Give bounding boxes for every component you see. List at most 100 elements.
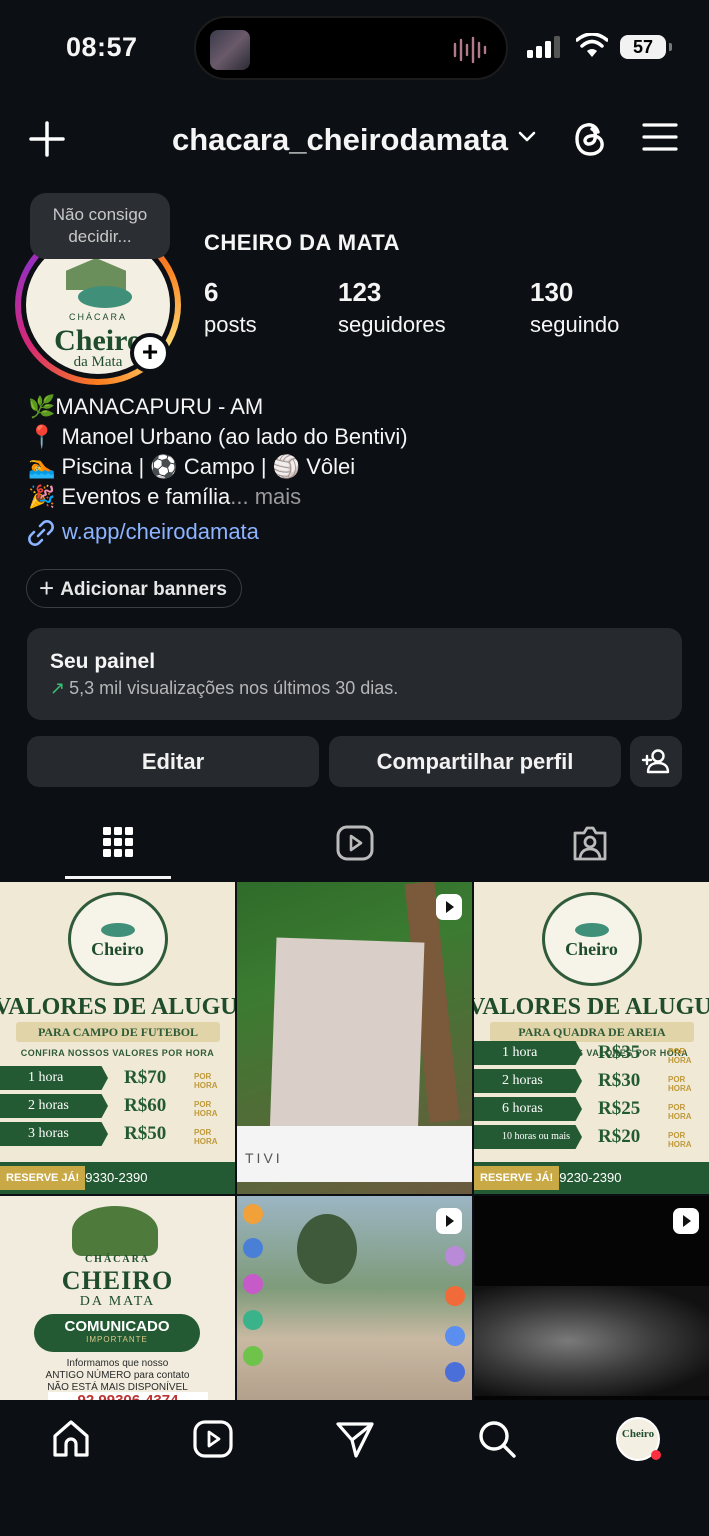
announcement-title: COMUNICADO bbox=[64, 1318, 170, 1335]
stat-followers[interactable]: 123 seguidores bbox=[338, 277, 446, 338]
price-row: 6 horas R$25 POR HORA bbox=[474, 1097, 709, 1121]
tab-reels-icon[interactable] bbox=[336, 824, 374, 862]
night-scene-graphic bbox=[474, 1286, 709, 1396]
price-row: 2 horas R$30 POR HORA bbox=[474, 1069, 709, 1093]
price-row: 1 hora R$35 POR HORA bbox=[474, 1041, 709, 1065]
chevron-down-icon[interactable] bbox=[517, 130, 537, 144]
price-row-unit: POR HORA bbox=[668, 1103, 692, 1121]
post-thumbnail[interactable]: Cheiro VALORES DE ALUGUEL PARA CAMPO DE … bbox=[0, 882, 235, 1194]
reserve-badge: RESERVE JÁ! bbox=[474, 1166, 560, 1190]
bio-more-link[interactable]: ... mais bbox=[230, 484, 301, 509]
announcement-subtitle: IMPORTANTE bbox=[86, 1335, 148, 1344]
audio-waveform-icon bbox=[453, 36, 487, 64]
profile-tabs bbox=[0, 810, 709, 882]
bio-line: 📍 Manoel Urbano (ao lado do Bentivi) bbox=[28, 424, 408, 449]
cellular-signal-icon bbox=[527, 36, 560, 58]
direct-messages-icon[interactable] bbox=[334, 1418, 376, 1460]
avatar-text-top: CHÁCARA bbox=[68, 312, 127, 322]
stat-posts-label: posts bbox=[204, 312, 257, 337]
threads-icon[interactable] bbox=[570, 118, 610, 160]
price-row-time: 3 horas bbox=[0, 1122, 108, 1146]
dashboard-subtitle: 5,3 mil visualizações nos últimos 30 dia… bbox=[69, 678, 399, 698]
trend-up-arrow-icon: ↗ bbox=[50, 678, 66, 698]
plus-icon: + bbox=[39, 573, 55, 603]
star-sticker-icon bbox=[445, 1362, 465, 1382]
notification-dot bbox=[651, 1450, 661, 1460]
logo-pool-graphic bbox=[574, 923, 609, 937]
add-story-plus-icon[interactable]: + bbox=[130, 333, 170, 373]
profile-header: chacara_cheirodamata bbox=[0, 110, 709, 170]
peace-sticker-icon bbox=[445, 1246, 465, 1266]
heart-sticker-icon bbox=[243, 1274, 263, 1294]
discover-people-button[interactable] bbox=[630, 736, 682, 787]
stat-following[interactable]: 130 seguindo bbox=[530, 277, 619, 338]
price-row-unit: POR HORA bbox=[194, 1128, 218, 1146]
price-row-price: R$25 bbox=[598, 1098, 641, 1119]
price-row: 2 horas R$60 POR HORA bbox=[0, 1094, 235, 1118]
reserve-badge: RESERVE JÁ! bbox=[0, 1166, 86, 1190]
professional-dashboard[interactable]: Seu painel ↗ 5,3 mil visualizações nos úl… bbox=[27, 628, 682, 720]
stat-posts[interactable]: 6 posts bbox=[204, 277, 257, 338]
announcement-pill: COMUNICADO IMPORTANTE bbox=[34, 1314, 200, 1352]
palm-tree-graphic bbox=[297, 1214, 357, 1284]
tree-graphic bbox=[72, 1206, 158, 1256]
hamburger-menu-icon[interactable] bbox=[642, 122, 678, 152]
post-thumbnail[interactable]: CHÁCARA CHEIRO DA MATA COMUNICADO IMPORTA… bbox=[0, 1196, 235, 1400]
bio-line: 🌿MANACAPURU - AM bbox=[28, 394, 264, 419]
poster-logo: Cheiro bbox=[541, 892, 642, 986]
reels-icon[interactable] bbox=[192, 1418, 234, 1460]
edit-profile-button[interactable]: Editar bbox=[27, 736, 319, 787]
add-banners-button[interactable]: + Adicionar banners bbox=[26, 569, 243, 608]
bio-line-last: 🎉 Eventos e família... mais bbox=[28, 482, 408, 512]
add-person-icon bbox=[641, 749, 670, 774]
reel-play-icon bbox=[436, 1208, 462, 1234]
price-row-unit: POR HORA bbox=[668, 1131, 692, 1149]
poster-brand: CHEIRO bbox=[61, 1266, 174, 1295]
status-bar: 08:57 57 bbox=[0, 0, 709, 100]
account-username[interactable]: chacara_cheirodamata bbox=[172, 122, 508, 158]
price-row-price: R$35 bbox=[598, 1042, 641, 1063]
bio-line-text: 🎉 Eventos e família bbox=[28, 484, 231, 509]
price-row-time: 1 hora bbox=[474, 1041, 582, 1065]
smiley-sticker-icon bbox=[243, 1310, 263, 1330]
smiley-sticker-icon bbox=[445, 1286, 465, 1306]
note-bubble[interactable]: Não consigo decidir... bbox=[30, 193, 170, 259]
flower-sticker-icon bbox=[243, 1204, 263, 1224]
profile-link[interactable]: w.app/cheirodamata bbox=[26, 518, 259, 548]
share-profile-button[interactable]: Compartilhar perfil bbox=[329, 736, 621, 787]
tab-tagged-icon[interactable] bbox=[571, 824, 609, 862]
price-row-price: R$50 bbox=[124, 1123, 167, 1144]
dashboard-title: Seu painel bbox=[50, 650, 156, 673]
poster-subheadline: PARA QUADRA DE AREIA bbox=[490, 1022, 694, 1042]
display-name: CHEIRO DA MATA bbox=[204, 230, 401, 255]
price-row-price: R$70 bbox=[124, 1067, 167, 1088]
poster-confira: CONFIRA NOSSOS VALORES POR HORA bbox=[20, 1048, 215, 1058]
avatar-house-graphic bbox=[66, 258, 126, 290]
poster-subheadline: PARA CAMPO DE FUTEBOL bbox=[16, 1022, 220, 1042]
active-tab-indicator bbox=[65, 876, 171, 879]
dynamic-island[interactable] bbox=[194, 16, 508, 80]
post-thumbnail[interactable]: TIVI bbox=[237, 882, 472, 1194]
bio[interactable]: 🌿MANACAPURU - AM 📍 Manoel Urbano (ao lad… bbox=[28, 392, 408, 512]
price-row: 10 horas ou mais R$20 POR HORA bbox=[474, 1125, 709, 1149]
post-thumbnail[interactable] bbox=[237, 1196, 472, 1400]
bottom-navigation: Cheiro bbox=[0, 1400, 709, 1536]
post-thumbnail[interactable]: Cheiro VALORES DE ALUGUEL PARA QUADRA DE… bbox=[474, 882, 709, 1194]
profile-link-text: w.app/cheirodamata bbox=[62, 518, 259, 544]
video-caption-strip: TIVI bbox=[237, 1126, 472, 1182]
logo-pool-graphic bbox=[100, 923, 135, 937]
home-icon[interactable] bbox=[50, 1418, 92, 1460]
post-thumbnail[interactable] bbox=[474, 1196, 709, 1400]
poster-headline: VALORES DE ALUGUEL bbox=[474, 994, 709, 1020]
stat-followers-label: seguidores bbox=[338, 312, 446, 337]
poster-brand-sub: DA MATA bbox=[79, 1294, 156, 1309]
poster-logo: Cheiro bbox=[67, 892, 168, 986]
price-row-time: 2 horas bbox=[0, 1094, 108, 1118]
search-icon[interactable] bbox=[476, 1418, 518, 1460]
create-plus-icon[interactable] bbox=[28, 120, 66, 158]
price-row-time: 10 horas ou mais bbox=[474, 1125, 582, 1149]
nav-avatar-text: Cheiro bbox=[621, 1428, 655, 1440]
poster-headline: VALORES DE ALUGUEL bbox=[0, 994, 235, 1020]
tab-grid-icon[interactable] bbox=[102, 824, 134, 862]
price-row: 3 horas R$50 POR HORA bbox=[0, 1122, 235, 1146]
